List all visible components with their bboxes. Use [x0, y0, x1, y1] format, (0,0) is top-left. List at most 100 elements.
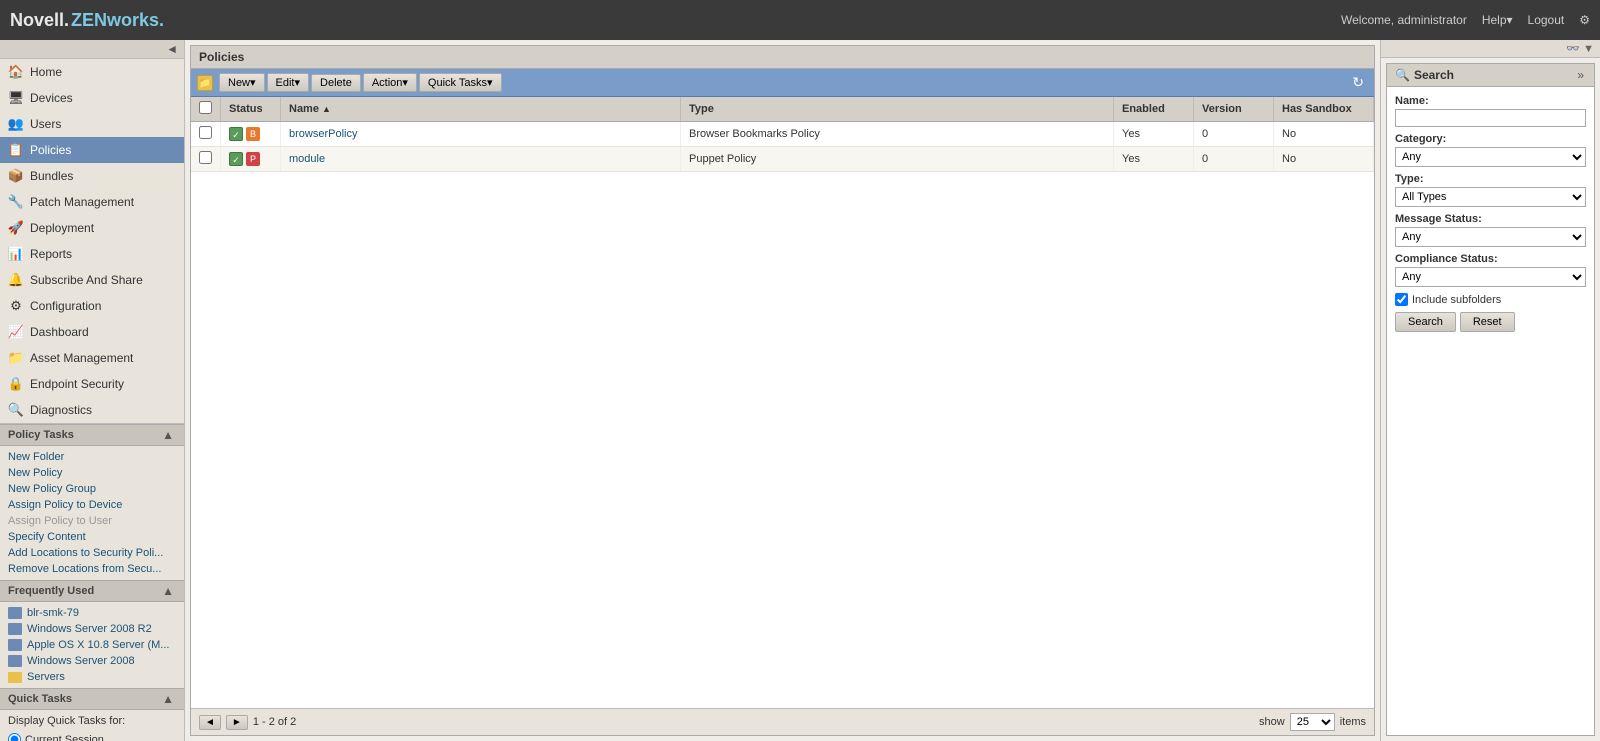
task-remove-locations[interactable]: Remove Locations from Secu...: [0, 561, 184, 577]
category-select[interactable]: Any: [1395, 147, 1586, 167]
name-header-text: Name: [289, 103, 319, 115]
logo-novell: Novell.: [10, 10, 69, 31]
row2-checkbox[interactable]: [199, 151, 212, 164]
action-button[interactable]: Action▾: [363, 73, 417, 92]
prev-page-btn[interactable]: ◄: [199, 715, 221, 730]
sidebar-item-policies[interactable]: Policies: [0, 137, 184, 163]
policies-table: Status Name ▲ Type Enabled: [191, 97, 1374, 172]
freq-link-apple[interactable]: Apple OS X 10.8 Server (M...: [27, 639, 169, 651]
reset-button[interactable]: Reset: [1460, 312, 1515, 332]
header-enabled[interactable]: Enabled: [1114, 97, 1194, 122]
search-magnifier-icon: 🔍: [1395, 68, 1410, 82]
sidebar-item-users[interactable]: Users: [0, 111, 184, 137]
quick-tasks-collapse-btn[interactable]: ▲: [160, 692, 176, 706]
freq-link-win2008[interactable]: Windows Server 2008: [27, 655, 135, 667]
status-header-text: Status: [229, 103, 263, 115]
sidebar-item-reports[interactable]: Reports: [0, 241, 184, 267]
search-body: Name: Category: Any Type: All Types Mess…: [1387, 87, 1594, 340]
freq-item-win2008r2: Windows Server 2008 R2: [0, 621, 184, 637]
sidebar-item-label-reports: Reports: [30, 247, 72, 261]
table-footer: ◄ ► 1 - 2 of 2 show 25 50 100 items: [191, 708, 1374, 735]
logout-link[interactable]: Logout: [1528, 13, 1565, 27]
header-has-sandbox[interactable]: Has Sandbox: [1274, 97, 1374, 122]
freq-item-blr: blr-smk-79: [0, 605, 184, 621]
sidebar-item-bundles[interactable]: Bundles: [0, 163, 184, 189]
sidebar-item-devices[interactable]: Devices: [0, 85, 184, 111]
settings-icon[interactable]: ⚙: [1579, 13, 1590, 27]
category-field-label: Category:: [1395, 133, 1586, 145]
row2-name-link[interactable]: module: [289, 153, 325, 165]
freq-link-servers[interactable]: Servers: [27, 671, 65, 683]
message-status-select[interactable]: Any: [1395, 227, 1586, 247]
quick-tasks-section-header: Quick Tasks ▲: [0, 688, 184, 710]
row2-enabled-cell: Yes: [1114, 147, 1194, 172]
sidebar-collapse-btn[interactable]: ◄: [164, 42, 180, 56]
edit-button[interactable]: Edit▾: [267, 73, 309, 92]
sidebar-item-label-patch: Patch Management: [30, 195, 134, 209]
sidebar-item-dashboard[interactable]: Dashboard: [0, 319, 184, 345]
patch-icon: [8, 194, 24, 210]
row1-sandbox-cell: No: [1274, 122, 1374, 147]
select-all-checkbox[interactable]: [199, 101, 212, 114]
page-info: 1 - 2 of 2: [253, 716, 296, 728]
computer-icon-blr: [8, 607, 22, 619]
new-button[interactable]: New▾: [219, 73, 265, 92]
sidebar-item-label-users: Users: [30, 117, 61, 131]
refresh-button[interactable]: ↻: [1348, 72, 1368, 93]
header-right: Welcome, administrator Help▾ Logout ⚙: [1341, 13, 1590, 27]
sidebar-item-subscribe[interactable]: Subscribe And Share: [0, 267, 184, 293]
header-version[interactable]: Version: [1194, 97, 1274, 122]
header-status[interactable]: Status: [221, 97, 281, 122]
row2-status-cell: ✓ P: [221, 147, 281, 172]
name-input[interactable]: [1395, 109, 1586, 127]
sidebar-item-asset[interactable]: Asset Management: [0, 345, 184, 371]
task-assign-policy-device[interactable]: Assign Policy to Device: [0, 497, 184, 513]
row1-status-icons: ✓ B: [229, 127, 260, 141]
help-link[interactable]: Help▾: [1482, 13, 1513, 27]
sidebar-item-home[interactable]: Home: [0, 59, 184, 85]
freq-link-win2008r2[interactable]: Windows Server 2008 R2: [27, 623, 152, 635]
row1-status-cell: ✓ B: [221, 122, 281, 147]
sidebar-item-deployment[interactable]: Deployment: [0, 215, 184, 241]
include-subfolders-label[interactable]: Include subfolders: [1412, 294, 1501, 306]
header-type[interactable]: Type: [681, 97, 1114, 122]
next-page-btn[interactable]: ►: [226, 715, 248, 730]
policy-tasks-collapse-btn[interactable]: ▲: [160, 428, 176, 442]
type-select[interactable]: All Types: [1395, 187, 1586, 207]
freq-item-servers: Servers: [0, 669, 184, 685]
delete-button[interactable]: Delete: [311, 74, 361, 92]
status-green-icon-1: ✓: [229, 127, 243, 141]
task-new-policy[interactable]: New Policy: [0, 465, 184, 481]
frequently-used-label: Frequently Used: [8, 585, 94, 597]
row1-checkbox[interactable]: [199, 126, 212, 139]
task-add-locations[interactable]: Add Locations to Security Poli...: [0, 545, 184, 561]
task-specify-content[interactable]: Specify Content: [0, 529, 184, 545]
sidebar-item-diagnostics[interactable]: Diagnostics: [0, 397, 184, 423]
items-per-page-select[interactable]: 25 50 100: [1290, 713, 1335, 731]
row2-enabled-text: Yes: [1122, 153, 1140, 165]
search-button[interactable]: Search: [1395, 312, 1456, 332]
row1-name-link[interactable]: browserPolicy: [289, 128, 357, 140]
enabled-header-text: Enabled: [1122, 103, 1165, 115]
freq-used-collapse-btn[interactable]: ▲: [160, 584, 176, 598]
search-panel: 🔍 Search » Name: Category: Any Ty: [1386, 63, 1595, 736]
include-subfolders-checkbox[interactable]: [1395, 293, 1408, 306]
home-icon: [8, 64, 24, 80]
computer-icon-apple: [8, 639, 22, 651]
sidebar-item-patch[interactable]: Patch Management: [0, 189, 184, 215]
header-name[interactable]: Name ▲: [281, 97, 681, 122]
sidebar-item-configuration[interactable]: Configuration: [0, 293, 184, 319]
quick-tasks-current-session-label[interactable]: Current Session: [8, 731, 176, 741]
search-btn-row: Search Reset: [1395, 312, 1586, 332]
quick-tasks-button[interactable]: Quick Tasks▾: [419, 73, 502, 92]
search-panel-expand-btn[interactable]: »: [1575, 68, 1586, 82]
task-new-folder[interactable]: New Folder: [0, 449, 184, 465]
dashboard-icon: [8, 324, 24, 340]
task-new-policy-group[interactable]: New Policy Group: [0, 481, 184, 497]
quick-tasks-current-session-radio[interactable]: [8, 733, 21, 741]
sidebar-item-endpoint[interactable]: Endpoint Security: [0, 371, 184, 397]
compliance-status-select[interactable]: Any: [1395, 267, 1586, 287]
row2-checkbox-cell: [191, 147, 221, 172]
freq-link-blr[interactable]: blr-smk-79: [27, 607, 79, 619]
policies-panel: Policies 📁 New▾ Edit▾ Delete Action▾ Qui…: [190, 45, 1375, 736]
